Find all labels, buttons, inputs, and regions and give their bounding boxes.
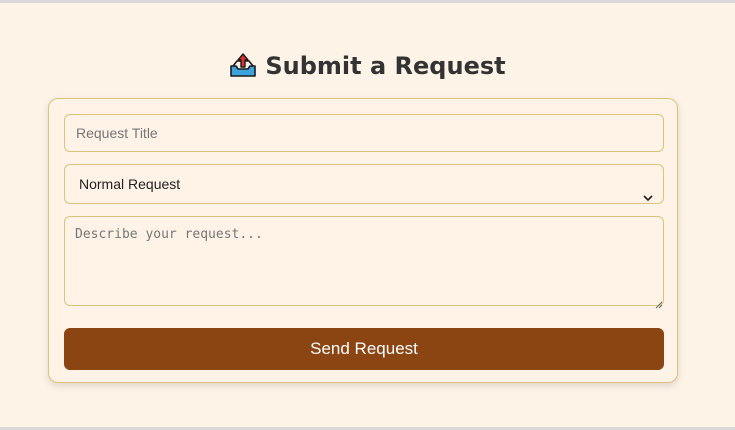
chevron-down-icon: [643, 179, 653, 202]
outbox-tray-icon: [229, 52, 257, 78]
request-title-input[interactable]: [64, 114, 664, 152]
request-description-textarea[interactable]: [64, 216, 664, 306]
resize-grip-icon[interactable]: [655, 296, 663, 309]
page-heading: Submit a Request: [0, 49, 735, 83]
send-request-button[interactable]: Send Request: [64, 328, 664, 370]
page: Submit a Request Normal Request Send Req…: [0, 3, 735, 427]
page-title: Submit a Request: [265, 52, 506, 80]
request-type-select[interactable]: Normal Request: [64, 164, 664, 204]
request-type-selected: Normal Request: [79, 176, 181, 192]
request-form: Normal Request Send Request: [48, 98, 678, 383]
